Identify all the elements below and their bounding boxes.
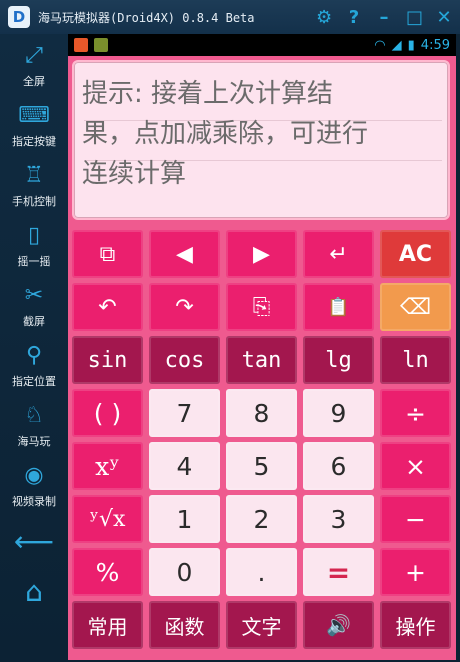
digit-7-button[interactable]: 7 bbox=[149, 389, 220, 437]
seahorse-icon: ♘ bbox=[24, 403, 44, 428]
battery-icon: ▮ bbox=[407, 37, 415, 53]
cursor-left-button[interactable]: ◀ bbox=[149, 230, 220, 278]
signal-icon: ◢ bbox=[391, 37, 402, 53]
fullscreen-icon: ⤢ bbox=[25, 43, 43, 68]
tab-text[interactable]: 文字 bbox=[226, 601, 297, 649]
root-button[interactable]: ʸ√x bbox=[72, 495, 143, 543]
sidebar-item-keymap[interactable]: ⌨ 指定按键 bbox=[0, 96, 68, 156]
calculator-display: 提示: 接着上次计算结 果，点加减乘除，可进行 连续计算 bbox=[72, 60, 450, 220]
android-statusbar: ◠ ◢ ▮ 4:59 bbox=[68, 34, 456, 56]
wifi-icon: ◠ bbox=[374, 37, 386, 53]
display-line-1: 提示: 接着上次计算结 bbox=[82, 79, 334, 109]
equals-button[interactable]: = bbox=[303, 548, 374, 596]
sidebar-label: 截屏 bbox=[23, 315, 45, 328]
digit-2-button[interactable]: 2 bbox=[226, 495, 297, 543]
status-time: 4:59 bbox=[420, 37, 450, 53]
decimal-point-button[interactable]: . bbox=[226, 548, 297, 596]
cursor-right-button[interactable]: ▶ bbox=[226, 230, 297, 278]
tab-functions[interactable]: 函数 bbox=[149, 601, 220, 649]
ln-button[interactable]: ln bbox=[380, 336, 451, 384]
emulator-sidebar: ⤢ 全屏 ⌨ 指定按键 ♖ 手机控制 ▯ 摇一摇 ✂ 截屏 ⚲ 指定位置 ♘ 海… bbox=[0, 34, 68, 662]
back-arrow-icon[interactable]: ⟵ bbox=[0, 516, 68, 566]
power-button[interactable]: xʸ bbox=[72, 442, 143, 490]
window-title: 海马玩模拟器(Droid4X) 0.8.4 Beta bbox=[38, 10, 255, 25]
digit-5-button[interactable]: 5 bbox=[226, 442, 297, 490]
undo-button[interactable]: ↶ bbox=[72, 283, 143, 331]
joystick-icon: ♖ bbox=[24, 163, 44, 188]
minimize-icon[interactable]: – bbox=[376, 7, 392, 28]
tab-operations[interactable]: 操作 bbox=[380, 601, 451, 649]
subtract-button[interactable]: − bbox=[380, 495, 451, 543]
copy-button[interactable]: ⎘ bbox=[226, 283, 297, 331]
digit-3-button[interactable]: 3 bbox=[303, 495, 374, 543]
sidebar-item-haimawan[interactable]: ♘ 海马玩 bbox=[0, 396, 68, 456]
sidebar-label: 指定位置 bbox=[12, 375, 56, 388]
enter-button[interactable]: ↵ bbox=[303, 230, 374, 278]
app-icon-1 bbox=[74, 38, 88, 52]
sidebar-label: 海马玩 bbox=[17, 435, 51, 448]
cos-button[interactable]: cos bbox=[149, 336, 220, 384]
help-icon[interactable]: ? bbox=[346, 7, 362, 28]
sidebar-item-fullscreen[interactable]: ⤢ 全屏 bbox=[0, 36, 68, 96]
sidebar-label: 摇一摇 bbox=[17, 255, 51, 268]
digit-0-button[interactable]: 0 bbox=[149, 548, 220, 596]
backspace-button[interactable]: ⌫ bbox=[380, 283, 451, 331]
paste-button[interactable]: 📋 bbox=[303, 283, 374, 331]
window-titlebar: D 海马玩模拟器(Droid4X) 0.8.4 Beta ⚙ ? – □ ✕ bbox=[0, 0, 460, 34]
home-icon[interactable]: ⌂ bbox=[0, 566, 68, 616]
sidebar-label: 全屏 bbox=[23, 75, 45, 88]
parentheses-button[interactable]: ( ) bbox=[72, 389, 143, 437]
multiply-button[interactable]: × bbox=[380, 442, 451, 490]
sidebar-item-video-record[interactable]: ◉ 视频录制 bbox=[0, 456, 68, 516]
droid4x-logo: D bbox=[8, 6, 30, 28]
copy-window-button[interactable]: ⧉ bbox=[72, 230, 143, 278]
sidebar-item-shake[interactable]: ▯ 摇一摇 bbox=[0, 216, 68, 276]
percent-button[interactable]: % bbox=[72, 548, 143, 596]
app-icon-2 bbox=[94, 38, 108, 52]
keyboard-icon: ⌨ bbox=[18, 103, 50, 128]
scissors-icon: ✂ bbox=[24, 283, 44, 308]
digit-6-button[interactable]: 6 bbox=[303, 442, 374, 490]
gear-icon[interactable]: ⚙ bbox=[316, 7, 332, 28]
redo-button[interactable]: ↷ bbox=[149, 283, 220, 331]
digit-9-button[interactable]: 9 bbox=[303, 389, 374, 437]
sidebar-item-screenshot[interactable]: ✂ 截屏 bbox=[0, 276, 68, 336]
voice-speaker-icon[interactable]: 🔊 bbox=[303, 601, 374, 649]
close-icon[interactable]: ✕ bbox=[436, 7, 452, 28]
sidebar-item-phone-control[interactable]: ♖ 手机控制 bbox=[0, 156, 68, 216]
maximize-icon[interactable]: □ bbox=[406, 7, 423, 28]
lg-button[interactable]: lg bbox=[303, 336, 374, 384]
calculator-app: 提示: 接着上次计算结 果，点加减乘除，可进行 连续计算 ⧉ ◀ ▶ ↵ AC … bbox=[68, 56, 456, 660]
sin-button[interactable]: sin bbox=[72, 336, 143, 384]
shake-phone-icon: ▯ bbox=[27, 223, 41, 248]
location-pin-icon: ⚲ bbox=[25, 343, 43, 368]
sidebar-label: 指定按键 bbox=[12, 135, 56, 148]
divide-button[interactable]: ÷ bbox=[380, 389, 451, 437]
sidebar-label: 视频录制 bbox=[12, 495, 56, 508]
digit-1-button[interactable]: 1 bbox=[149, 495, 220, 543]
tan-button[interactable]: tan bbox=[226, 336, 297, 384]
digit-4-button[interactable]: 4 bbox=[149, 442, 220, 490]
display-line-2: 果，点加减乘除，可进行 bbox=[82, 119, 369, 149]
all-clear-button[interactable]: AC bbox=[380, 230, 451, 278]
sidebar-label: 手机控制 bbox=[12, 195, 56, 208]
add-button[interactable]: + bbox=[380, 548, 451, 596]
sidebar-item-location[interactable]: ⚲ 指定位置 bbox=[0, 336, 68, 396]
display-line-3: 连续计算 bbox=[82, 159, 187, 189]
webcam-icon: ◉ bbox=[24, 463, 44, 488]
digit-8-button[interactable]: 8 bbox=[226, 389, 297, 437]
tab-common[interactable]: 常用 bbox=[72, 601, 143, 649]
display-hint-text: 提示: 接着上次计算结 果，点加减乘除，可进行 连续计算 bbox=[82, 74, 438, 194]
